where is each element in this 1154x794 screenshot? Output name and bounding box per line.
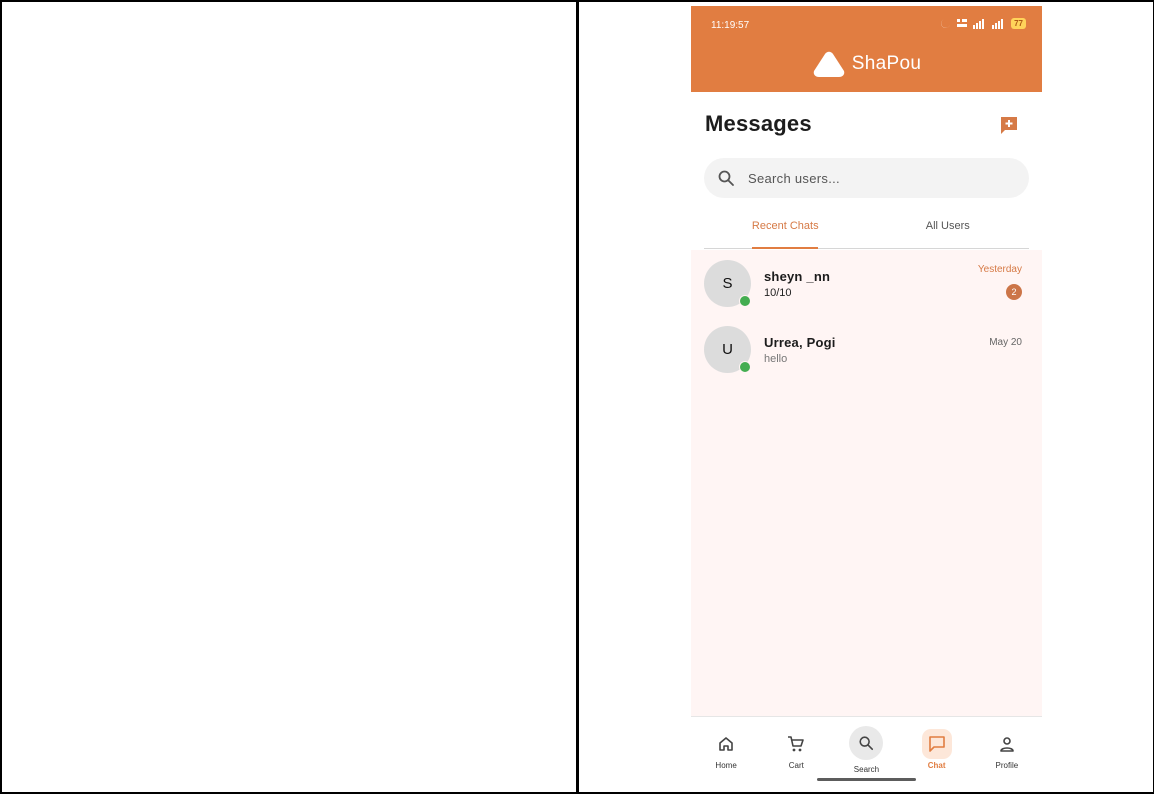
app-bar: 11:19:57 77 ShaPou: [691, 6, 1042, 92]
chat-tabs: Recent Chats All Users: [704, 204, 1029, 249]
nav-label: Cart: [788, 761, 804, 770]
cart-icon: [788, 736, 805, 752]
nav-label: Search: [853, 765, 880, 774]
chat-item[interactable]: S sheyn _nn 10/10 Yesterday 2: [691, 250, 1042, 316]
page-title: Messages: [705, 111, 812, 136]
home-icon: [719, 737, 733, 751]
app-name: ShaPou: [851, 53, 922, 74]
status-time: 11:19:57: [711, 20, 750, 31]
status-icons: 77: [940, 18, 1026, 29]
chat-timestamp: Yesterday: [977, 264, 1022, 275]
volte-icon: [957, 19, 968, 27]
search-icon: [859, 736, 874, 751]
chat-name: Urrea, Pogi: [764, 335, 836, 350]
profile-icon: [1000, 737, 1014, 752]
search-input[interactable]: [746, 169, 1000, 187]
signal-4g-icon: [973, 19, 985, 29]
chat-timestamp: May 20: [989, 337, 1022, 348]
nav-label: Chat: [927, 761, 946, 770]
nav-label: Profile: [995, 761, 1019, 770]
battery-icon: 77: [1011, 18, 1026, 29]
app-logo: ShaPou: [691, 50, 1042, 78]
new-message-button[interactable]: [999, 115, 1019, 135]
online-status-dot: [739, 295, 751, 307]
search-bar[interactable]: [704, 158, 1029, 198]
phone-screen: 11:19:57 77 ShaPou Messages Search users…: [691, 6, 1042, 788]
nav-home[interactable]: Home: [691, 717, 761, 788]
search-icon: [718, 170, 734, 186]
nav-label: Home: [715, 761, 737, 770]
unread-badge: 2: [1006, 284, 1022, 300]
nav-profile[interactable]: Profile: [972, 717, 1042, 788]
moon-icon: [941, 19, 950, 28]
home-indicator[interactable]: [817, 778, 916, 781]
tab-recent-chats[interactable]: Recent Chats: [704, 204, 867, 249]
chat-preview: hello: [764, 353, 788, 365]
chat-name: sheyn _nn: [764, 269, 831, 284]
add-comment-icon: [1001, 117, 1017, 134]
chat-list: S sheyn _nn 10/10 Yesterday 2 U Urrea, P…: [691, 250, 1042, 382]
cloud-logo-icon: [813, 51, 845, 77]
chat-icon: [928, 736, 945, 752]
online-status-dot: [739, 361, 751, 373]
empty-left-panel: [0, 0, 580, 794]
chat-item[interactable]: U Urrea, Pogi hello May 20: [691, 316, 1042, 382]
messages-header: Messages Recent Chats All Users: [691, 92, 1042, 250]
chat-preview: 10/10: [764, 287, 792, 299]
tab-all-users[interactable]: All Users: [867, 204, 1030, 248]
signal-icon: [992, 19, 1004, 29]
